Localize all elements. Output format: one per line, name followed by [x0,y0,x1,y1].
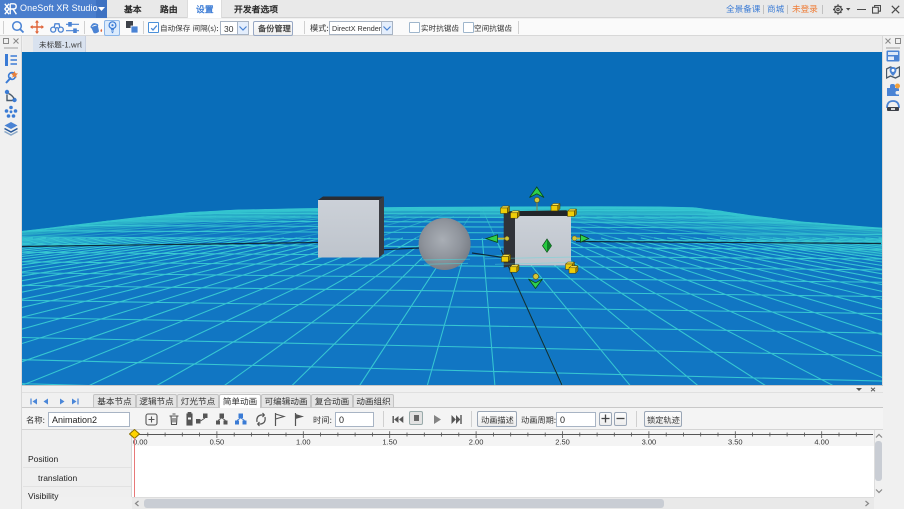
svg-text:0.50: 0.50 [210,438,225,447]
svg-text:2.00: 2.00 [469,438,484,447]
svg-text:4.00: 4.00 [814,438,829,447]
svg-text:3.00: 3.00 [642,438,657,447]
svg-text:1.50: 1.50 [382,438,397,447]
svg-text:2.50: 2.50 [555,438,570,447]
svg-text:3.50: 3.50 [728,438,743,447]
svg-text:1.00: 1.00 [296,438,311,447]
